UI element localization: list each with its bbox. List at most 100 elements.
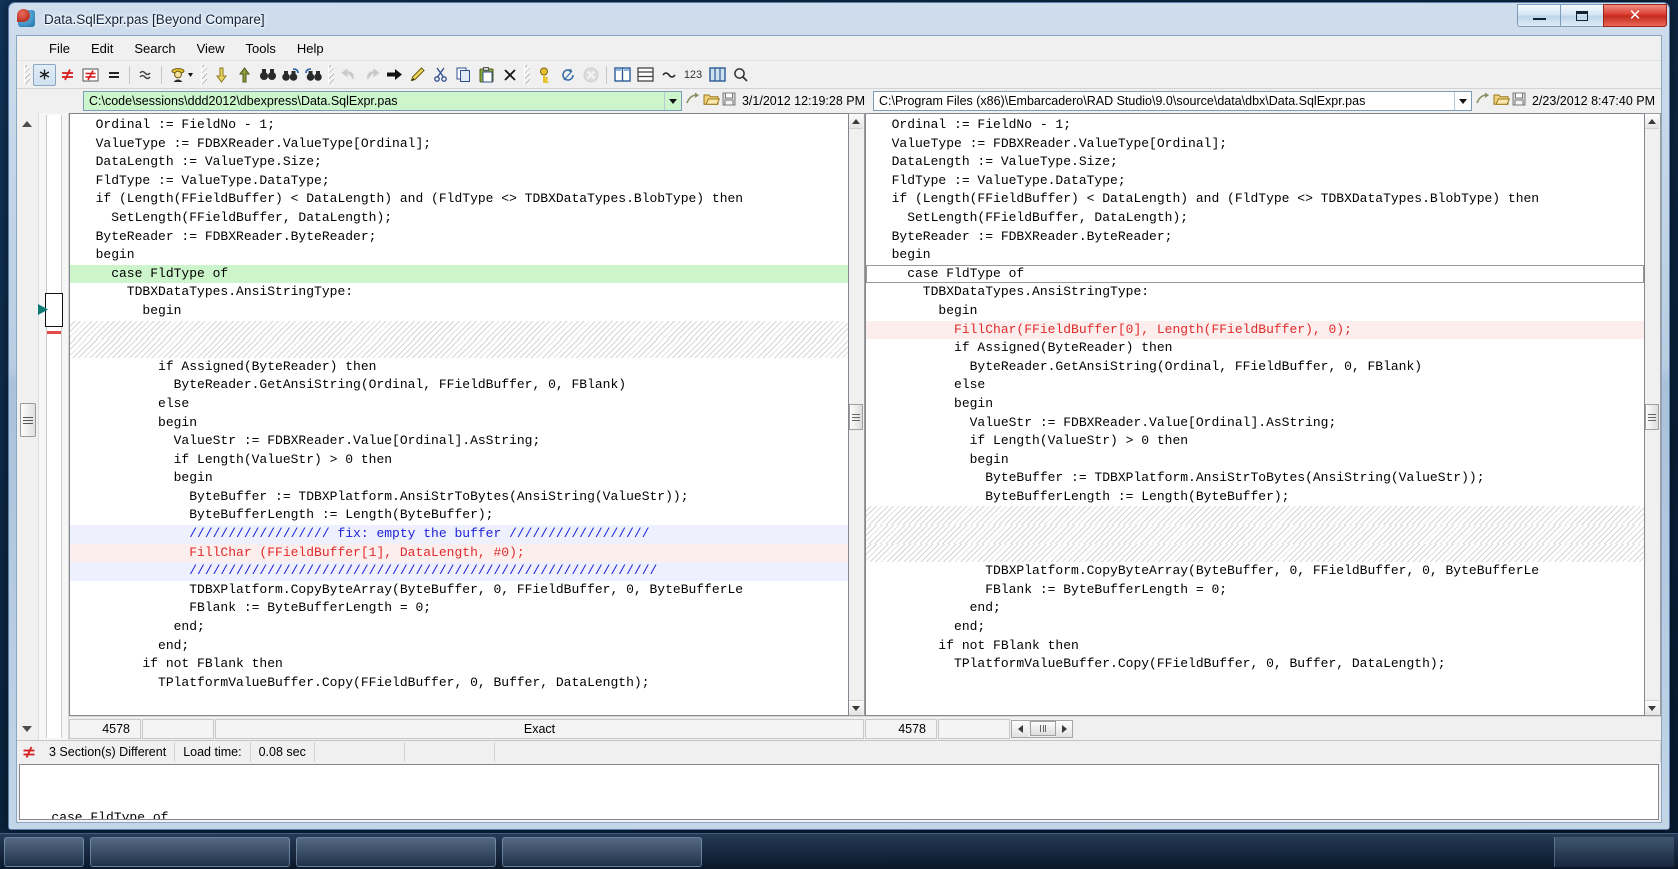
folder-open-icon[interactable] [703,92,721,111]
right-scroll-left-button[interactable] [1012,720,1028,737]
right-code-view[interactable]: Ordinal := FieldNo - 1; ValueType := FDB… [865,113,1645,716]
detail-compare-pane[interactable]: case FldType of case FldType of [19,764,1659,820]
open-in-external-icon[interactable] [1475,92,1491,111]
magnifier-icon[interactable] [729,64,752,86]
stop-button[interactable] [579,64,602,86]
code-line: if Length(ValueStr) > 0 then [80,451,393,467]
maximize-button[interactable] [1560,4,1604,27]
left-path-dropdown-icon[interactable] [663,92,681,110]
cut-button[interactable] [429,64,452,86]
copy-to-right-button[interactable] [383,64,406,86]
left-file-pane: Ordinal := FieldNo - 1; ValueType := FDB… [69,113,865,740]
path-bars-row: C:\code\sessions\ddd2012\dbexpress\Data.… [17,89,1661,113]
toolbar-grip[interactable] [328,64,334,85]
folder-open-icon[interactable] [1493,92,1511,111]
code-line: Ordinal := FieldNo - 1; [876,117,1072,132]
menu-view[interactable]: View [187,38,235,59]
left-path-input[interactable]: C:\code\sessions\ddd2012\dbexpress\Data.… [83,91,682,111]
right-horizontal-scrollbar[interactable] [1011,719,1073,738]
left-code-view[interactable]: Ordinal := FieldNo - 1; ValueType := FDB… [69,113,849,716]
find-next-button[interactable] [279,64,302,86]
toolbar-grip[interactable] [24,64,30,85]
right-pane-body: Ordinal := FieldNo - 1; ValueType := FDB… [865,113,1661,716]
code-line: ByteBufferLength := Length(ByteBuffer); [80,507,494,523]
code-line: if (Length(FFieldBuffer) < DataLength) a… [876,191,1540,207]
window-title: Data.SqlExpr.pas [Beyond Compare] [44,11,265,27]
overview-viewport-box[interactable] [45,293,63,327]
status-slot-3 [495,741,1661,762]
load-time-value: 0.08 sec [251,741,315,762]
redo-button[interactable] [360,64,383,86]
show-differences-context-button[interactable] [79,64,102,86]
line-numbers-button[interactable]: 123 [680,64,706,86]
menu-tools[interactable]: Tools [236,38,286,59]
menu-edit[interactable]: Edit [81,38,123,59]
left-scroll-up-button[interactable] [849,114,863,129]
show-minor-differences-button[interactable] [134,64,157,86]
pane-splitter-gutter[interactable] [17,113,39,740]
copy-button[interactable] [452,64,475,86]
delete-button[interactable] [498,64,521,86]
right-path-group: C:\Program Files (x86)\Embarcadero\RAD S… [871,91,1661,111]
gutter-scroll-up-icon[interactable] [22,121,32,127]
side-by-side-view-button[interactable] [611,64,634,86]
code-line: ////////////////////////////////////////… [70,562,848,581]
taskbar-item[interactable] [502,837,702,867]
toolbar-grip[interactable] [201,64,207,85]
windows-taskbar [0,833,1678,869]
previous-difference-button[interactable] [233,64,256,86]
right-path-input[interactable]: C:\Program Files (x86)\Embarcadero\RAD S… [873,91,1472,111]
right-hscroll-thumb[interactable] [1030,721,1056,736]
taskbar-system-tray[interactable] [1554,837,1674,867]
menu-help[interactable]: Help [287,38,334,59]
save-disk-icon[interactable] [1512,92,1526,111]
left-path-text[interactable]: C:\code\sessions\ddd2012\dbexpress\Data.… [84,94,664,108]
word-wrap-button[interactable] [657,64,680,86]
compare-contents-button[interactable] [533,64,556,86]
code-line: ByteReader := FDBXReader.ByteReader; [876,228,1173,244]
code-line: if not FBlank then [80,656,283,672]
minimize-button[interactable] [1517,4,1561,27]
left-code-lines: Ordinal := FieldNo - 1; ValueType := FDB… [70,114,848,692]
diff-overview-strip[interactable] [38,113,69,740]
taskbar-item[interactable] [90,837,290,867]
undo-button[interactable] [337,64,360,86]
rules-button[interactable] [166,64,198,86]
save-disk-icon[interactable] [722,92,736,111]
menu-file[interactable]: File [39,38,80,59]
toggle-panes-button[interactable] [706,64,729,86]
right-scroll-thumb[interactable] [1645,404,1659,430]
code-line: ValueStr := FDBXReader.Value[Ordinal].As… [876,414,1337,430]
find-button[interactable] [256,64,279,86]
paste-button[interactable] [475,64,498,86]
right-file-pane: Ordinal := FieldNo - 1; ValueType := FDB… [865,113,1661,740]
right-scroll-up-button[interactable] [1645,114,1659,129]
stacked-view-button[interactable] [634,64,657,86]
refresh-button[interactable] [556,64,579,86]
find-previous-button[interactable] [302,64,325,86]
show-same-button[interactable] [102,64,125,86]
taskbar-start-area[interactable] [4,837,84,867]
taskbar-item[interactable] [296,837,496,867]
show-all-button[interactable] [33,63,56,86]
toolbar-grip[interactable] [524,64,530,85]
left-vertical-scrollbar[interactable] [849,113,865,716]
edit-button[interactable] [406,64,429,86]
left-scroll-thumb[interactable] [849,404,863,430]
right-path-dropdown-icon[interactable] [1453,92,1471,110]
gutter-drag-handle[interactable] [20,403,36,437]
gutter-scroll-down-icon[interactable] [22,726,32,732]
overview-track[interactable] [46,115,62,738]
open-in-external-icon[interactable] [685,92,701,111]
load-time-label: Load time: [175,741,251,762]
next-difference-button[interactable] [210,64,233,86]
show-differences-button[interactable] [56,64,79,86]
right-vertical-scrollbar[interactable] [1645,113,1661,716]
code-line: FBlank := ByteBufferLength = 0; [80,600,432,616]
left-scroll-down-button[interactable] [849,700,863,715]
close-button[interactable]: ✕ [1603,4,1667,27]
right-scroll-down-button[interactable] [1645,700,1659,715]
menu-search[interactable]: Search [124,38,185,59]
right-scroll-right-button[interactable] [1056,720,1072,737]
right-path-text[interactable]: C:\Program Files (x86)\Embarcadero\RAD S… [874,94,1454,108]
